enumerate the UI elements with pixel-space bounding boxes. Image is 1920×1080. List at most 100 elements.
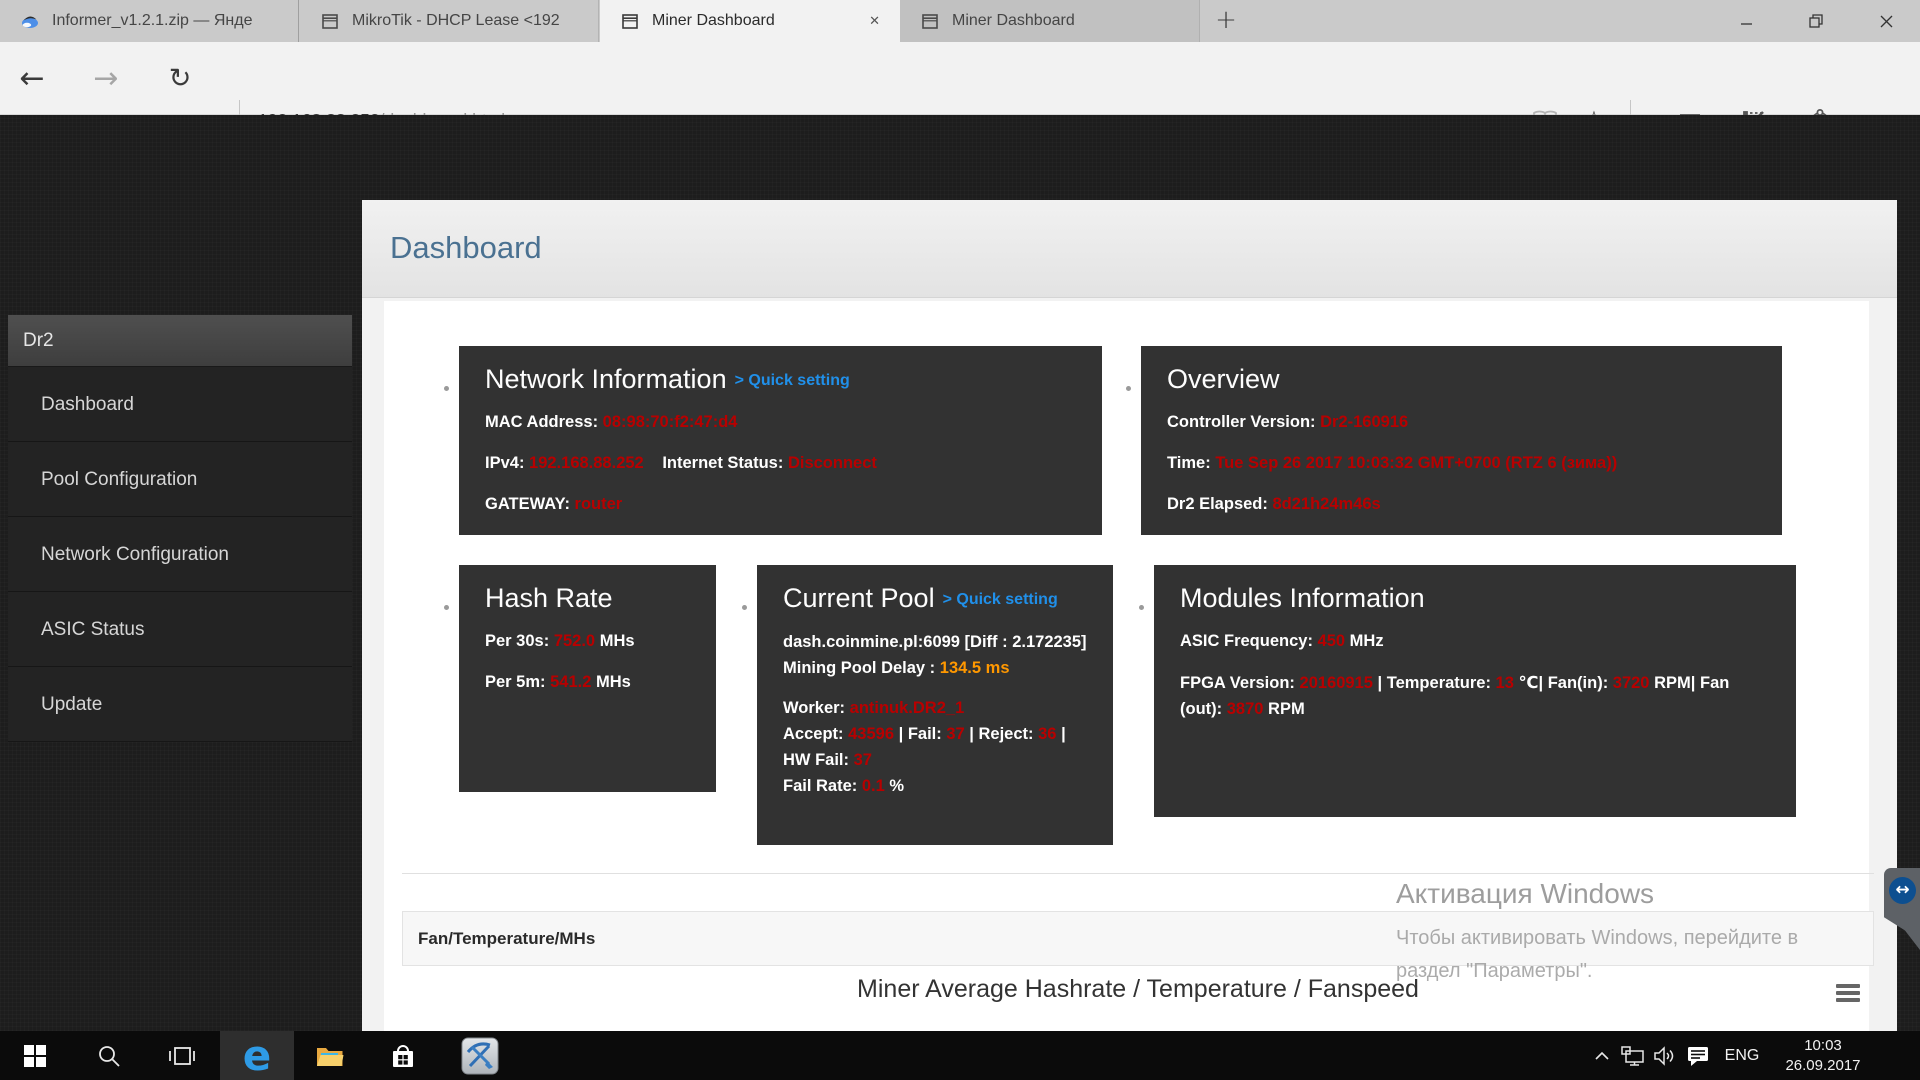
- card-title-text: Modules Information: [1180, 583, 1425, 613]
- new-tab-button[interactable]: +: [1204, 0, 1248, 42]
- mac-address-row: MAC Address: 08:98:70:f2:47:d4: [485, 410, 1076, 435]
- tray-action-center-icon[interactable]: [1682, 1031, 1714, 1080]
- store-button[interactable]: [379, 1031, 427, 1080]
- worker-row: Worker: antinuk.DR2_1: [783, 695, 1087, 721]
- asic-frequency-row: ASIC Frequency: 450 MHz: [1180, 629, 1770, 654]
- miner-pickaxe-icon: [461, 1037, 499, 1075]
- time-label: Time:: [1167, 454, 1211, 472]
- window-restore-button[interactable]: [1794, 0, 1838, 42]
- tab-title: Miner Dashboard: [952, 12, 1185, 30]
- hw-fail-label: HW Fail:: [783, 751, 849, 769]
- elapsed-row: Dr2 Elapsed: 8d21h24m46s: [1167, 492, 1756, 517]
- delay-label: Mining Pool Delay :: [783, 659, 935, 677]
- page-header-band: Dashboard: [362, 200, 1897, 298]
- back-button[interactable]: ←: [8, 42, 56, 114]
- sidebar-brand[interactable]: Dr2: [8, 315, 352, 367]
- browser-toolbar: ← → ↻ 192.168.88.252/dashboard.html ☆: [0, 42, 1920, 115]
- asic-frequency-label: ASIC Frequency:: [1180, 632, 1313, 650]
- mac-label: MAC Address:: [485, 413, 598, 431]
- gateway-value: router: [575, 495, 623, 513]
- card-bullet: [444, 386, 449, 391]
- windows-logo-icon: [24, 1045, 46, 1067]
- temperature-unit: ℃|: [1519, 674, 1544, 692]
- fpga-value: 20160915: [1300, 674, 1373, 692]
- hw-fail-value: 37: [854, 751, 872, 769]
- worker-value: antinuk.DR2_1: [850, 699, 965, 717]
- accept-row: Accept: 43596 | Fail: 37 | Reject: 36 | …: [783, 721, 1087, 773]
- elapsed-value: 8d21h24m46s: [1272, 495, 1380, 513]
- edge-icon: e: [243, 1034, 272, 1078]
- ipv4-value: 192.168.88.252: [529, 454, 644, 472]
- gateway-row: GATEWAY: router: [485, 492, 1076, 517]
- chart-context-menu-button[interactable]: [1836, 984, 1862, 1004]
- fan-out-unit: RPM: [1268, 700, 1305, 718]
- tray-network-icon[interactable]: [1618, 1031, 1648, 1080]
- controller-version-value: Dr2-160916: [1320, 413, 1408, 431]
- gateway-label: GATEWAY:: [485, 495, 570, 513]
- miner-app-button[interactable]: [455, 1031, 505, 1080]
- tray-language-indicator[interactable]: ENG: [1716, 1031, 1768, 1080]
- tab-miner-dashboard-2[interactable]: Miner Dashboard: [900, 0, 1200, 42]
- card-bullet: [444, 605, 449, 610]
- asic-frequency-value: 450: [1318, 632, 1346, 650]
- tab-mikrotik[interactable]: MikroTik - DHCP Lease <192: [300, 0, 599, 42]
- task-view-icon: [169, 1045, 195, 1067]
- minimize-icon: [1740, 16, 1753, 26]
- tray-volume-icon[interactable]: [1650, 1031, 1680, 1080]
- card-title: Network Information> Quick setting: [485, 364, 1076, 395]
- fail-rate-value: 0.1: [862, 777, 885, 795]
- card-title-text: Hash Rate: [485, 583, 613, 613]
- elapsed-label: Dr2 Elapsed:: [1167, 495, 1268, 513]
- pool-quick-setting-link[interactable]: > Quick setting: [943, 591, 1058, 608]
- card-title-text: Overview: [1167, 364, 1280, 394]
- speaker-icon: [1653, 1046, 1677, 1066]
- card-bullet: [1126, 386, 1131, 391]
- sidebar-item-pool-configuration[interactable]: Pool Configuration: [8, 442, 352, 517]
- fan-temperature-panel-header: Fan/Temperature/MHs: [402, 911, 1874, 966]
- sidebar-item-dashboard[interactable]: Dashboard: [8, 367, 352, 442]
- accept-label: Accept:: [783, 725, 844, 743]
- tray-clock[interactable]: 10:03 26.09.2017: [1768, 1031, 1878, 1080]
- separator: |: [899, 725, 904, 743]
- refresh-button[interactable]: ↻: [156, 42, 204, 114]
- fan-in-unit: RPM|: [1654, 674, 1695, 692]
- window-minimize-button[interactable]: [1724, 0, 1768, 42]
- fan-in-label: Fan(in):: [1548, 674, 1608, 692]
- ethernet-icon: [1621, 1046, 1645, 1066]
- taskbar-edge-button[interactable]: e: [220, 1031, 294, 1080]
- taskbar-search-button[interactable]: [85, 1031, 133, 1080]
- yandex-informer-icon: [20, 11, 40, 31]
- fail-value: 37: [946, 725, 964, 743]
- tab-informer[interactable]: Informer_v1.2.1.zip — Янде: [0, 0, 299, 42]
- window-close-button[interactable]: [1864, 0, 1908, 42]
- ipv4-row: IPv4: 192.168.88.252 Internet Status: Di…: [485, 451, 1076, 476]
- network-quick-setting-link[interactable]: > Quick setting: [735, 372, 850, 389]
- worker-label: Worker:: [783, 699, 845, 717]
- fpga-row: FPGA Version: 20160915 | Temperature: 13…: [1180, 670, 1770, 722]
- fail-label: Fail:: [908, 725, 942, 743]
- per5m-label: Per 5m:: [485, 673, 546, 691]
- folder-icon: [316, 1044, 344, 1068]
- section-divider: [402, 873, 1874, 874]
- start-button[interactable]: [11, 1031, 59, 1080]
- reject-value: 36: [1038, 725, 1056, 743]
- accept-value: 43596: [848, 725, 894, 743]
- tray-show-hidden-icons-button[interactable]: [1588, 1031, 1616, 1080]
- card-network-information: Network Information> Quick setting MAC A…: [459, 346, 1102, 535]
- sidebar-nav: Dr2 Dashboard Pool Configuration Network…: [8, 315, 352, 742]
- forward-button[interactable]: →: [82, 42, 130, 114]
- file-explorer-button[interactable]: [306, 1031, 354, 1080]
- chevron-up-icon: [1594, 1051, 1610, 1061]
- sidebar-item-asic-status[interactable]: ASIC Status: [8, 592, 352, 667]
- card-modules-information: Modules Information ASIC Frequency: 450 …: [1154, 565, 1796, 817]
- sidebar-item-update[interactable]: Update: [8, 667, 352, 742]
- fan-in-value: 3720: [1613, 674, 1650, 692]
- tab-title: Informer_v1.2.1.zip — Янде: [52, 12, 284, 30]
- task-view-button[interactable]: [158, 1031, 206, 1080]
- sidebar-item-network-configuration[interactable]: Network Configuration: [8, 517, 352, 592]
- close-tab-icon[interactable]: ✕: [863, 12, 886, 31]
- card-current-pool: Current Pool> Quick setting dash.coinmin…: [757, 565, 1113, 845]
- card-title: Overview: [1167, 364, 1756, 395]
- tab-miner-dashboard-active[interactable]: Miner Dashboard ✕: [600, 0, 900, 42]
- restore-icon: [1809, 14, 1823, 28]
